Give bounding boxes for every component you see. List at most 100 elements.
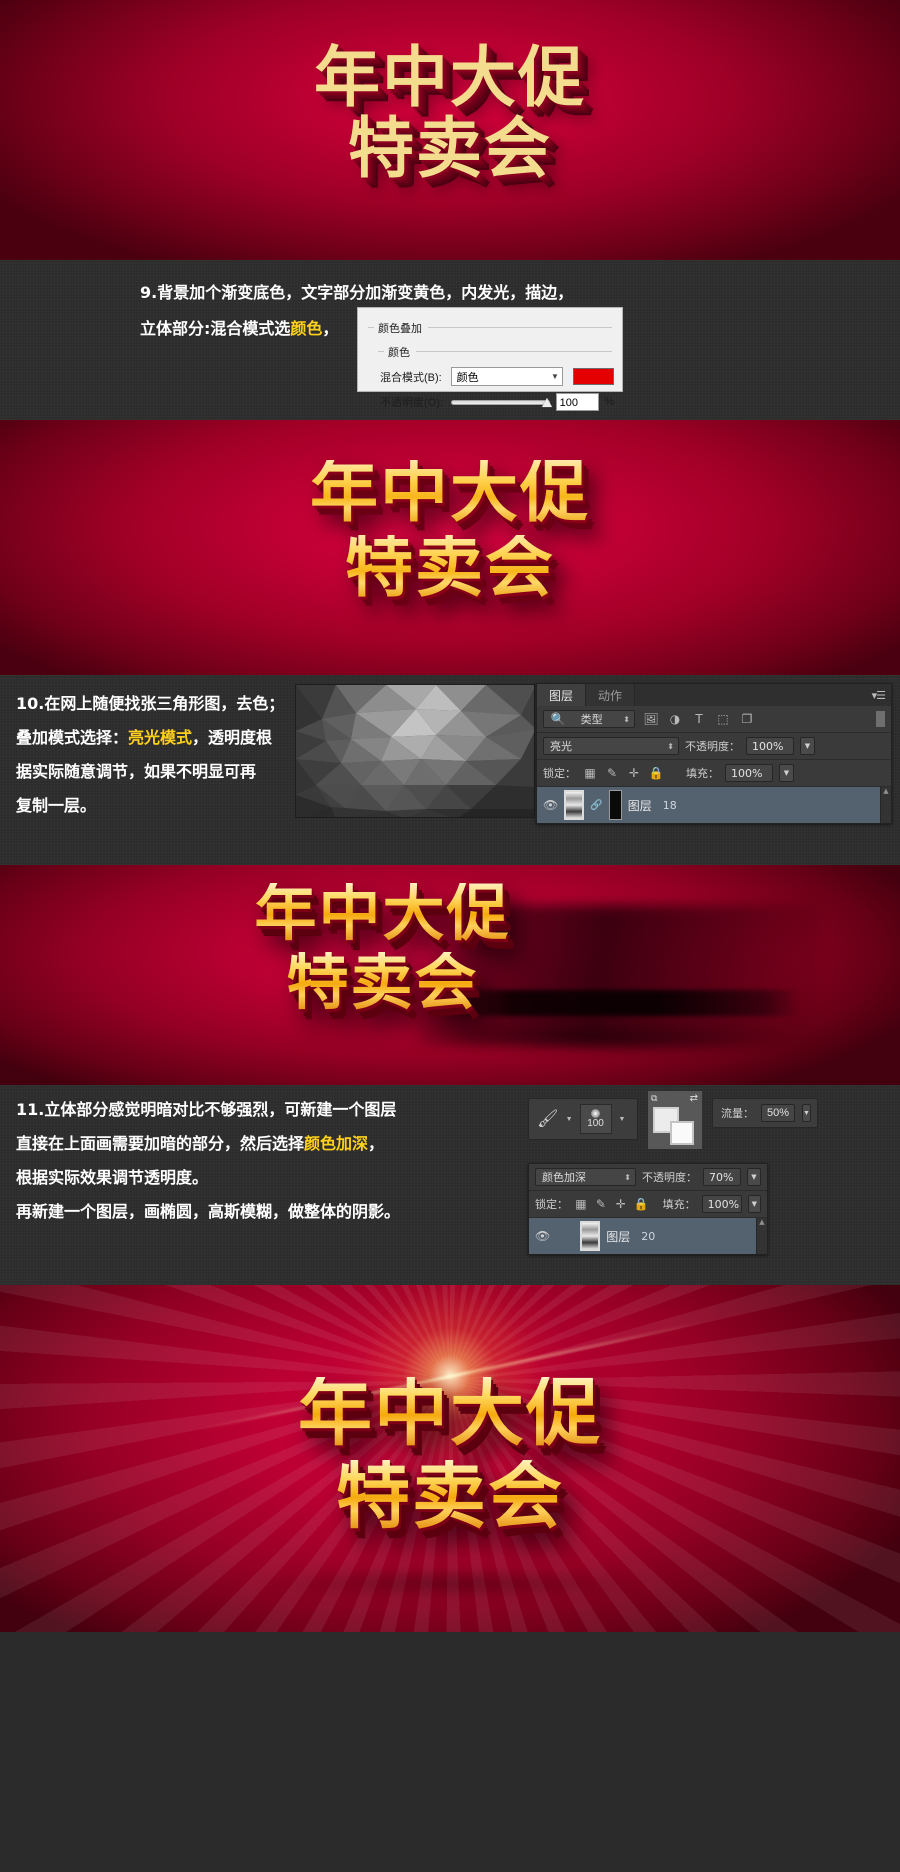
layer-number-20: 20: [641, 1229, 656, 1243]
flow-label: 流量：: [721, 1108, 754, 1120]
filter-image-icon[interactable]: 🖼: [643, 711, 659, 727]
fill-dropdown-icon-11[interactable]: ▼: [747, 1195, 761, 1213]
layers-panel-11[interactable]: 颜色加深 ⬍ 不透明度： 70% ▼ 锁定： ▦ ✎ ✛ 🔒 填充： 100% …: [528, 1163, 768, 1255]
brush-size-chevron-icon[interactable]: ▼: [619, 1116, 626, 1123]
swap-colors-icon[interactable]: ⇄: [690, 1093, 698, 1104]
filter-adjustment-icon[interactable]: ◑: [667, 711, 683, 727]
layers-panel-10[interactable]: 图层 动作 ▾☰ 🔍 类型 ⬍ 🖼 ◑ T ⬚ ❐ 亮光 ⬍ 不透明度： 100…: [536, 683, 892, 824]
filter-type-select[interactable]: 🔍 类型 ⬍: [543, 710, 635, 728]
filter-type-label: 类型: [580, 713, 603, 726]
flow-bar[interactable]: 流量： 50% ▼: [712, 1098, 818, 1128]
search-icon: 🔍: [550, 712, 566, 726]
layer-name-20: 图层: [606, 1229, 631, 1244]
step-10-highlight: 亮光模式: [128, 728, 193, 747]
lock-position-icon[interactable]: ✛: [614, 1196, 628, 1212]
step-9-band: 9.背景加个渐变底色，文字部分加渐变黄色，内发光，描边， 立体部分:混合模式选颜…: [0, 260, 900, 420]
visibility-icon[interactable]: 👁: [543, 798, 558, 812]
opacity-row: 不透明度(O): 100 %: [380, 393, 614, 411]
poster-headline-final: 年中大促 特卖会: [0, 1376, 900, 1533]
brush-options-bar[interactable]: 🖌 ▼ 100 ▼: [528, 1098, 638, 1140]
layer-blend-mode-select[interactable]: 亮光 ⬍: [543, 737, 679, 755]
layer-mask-thumbnail[interactable]: [608, 790, 622, 820]
step-11-line-4: 再新建一个图层，画椭圆，高斯模糊，做整体的阴影。: [16, 1202, 401, 1221]
headline-line-2: 特卖会: [0, 533, 900, 602]
foreground-background-colors[interactable]: ⧉ ⇄: [648, 1091, 702, 1149]
step-11-line-3: 根据实际效果调节透明度。: [16, 1168, 209, 1187]
tab-layers[interactable]: 图层: [537, 684, 587, 706]
lock-transparency-icon[interactable]: ▦: [582, 765, 598, 781]
lock-position-icon[interactable]: ✛: [626, 765, 642, 781]
lock-all-icon[interactable]: 🔒: [648, 765, 664, 781]
layer-blend-mode-select-11[interactable]: 颜色加深 ⬍: [535, 1168, 636, 1186]
lock-row-11: 锁定： ▦ ✎ ✛ 🔒 填充： 100% ▼: [529, 1191, 767, 1218]
lock-image-icon[interactable]: ✎: [604, 765, 620, 781]
lock-image-icon[interactable]: ✎: [594, 1196, 608, 1212]
step-10-line-1: 10.在网上随便找张三角形图，去色；: [16, 694, 285, 713]
blend-mode-label: 混合模式(B):: [380, 371, 442, 384]
filter-smartobject-icon[interactable]: ❐: [739, 711, 755, 727]
fill-value[interactable]: 100%: [725, 764, 773, 782]
lock-row: 锁定： ▦ ✎ ✛ 🔒 填充： 100% ▼: [537, 760, 891, 787]
fill-dropdown-icon[interactable]: ▼: [779, 764, 794, 782]
panel-tabs[interactable]: 图层 动作 ▾☰: [537, 684, 891, 706]
step-11-line-2-pre: 直接在上面画需要加暗的部分，然后选择: [16, 1134, 305, 1153]
color-subgroup: 颜色: [378, 344, 612, 360]
step-9-line-2-post: ，: [322, 319, 339, 338]
blend-mode-select[interactable]: 颜色 ▼: [450, 367, 563, 386]
visibility-icon[interactable]: 👁: [535, 1229, 550, 1243]
layer-thumbnail-20[interactable]: [580, 1221, 601, 1251]
color-overlay-dialog[interactable]: 颜色叠加 颜色 混合模式(B): 颜色 ▼ 不透明度(O): 100 %: [357, 307, 623, 411]
chevron-updown-icon: ⬍: [667, 741, 674, 751]
opacity-input[interactable]: 100: [555, 393, 600, 411]
step-9-line-2-pre: 立体部分:混合模式选: [140, 319, 291, 338]
layers-scrollbar-11[interactable]: ▲: [756, 1218, 767, 1254]
headline-line-2: 特卖会: [0, 950, 900, 1013]
final-ground-shadow: [250, 1570, 650, 1596]
opacity-value-11[interactable]: 70%: [703, 1168, 741, 1186]
layers-scrollbar[interactable]: ▲: [880, 787, 891, 823]
opacity-slider[interactable]: [451, 396, 552, 408]
headline-line-2: 特卖会: [0, 1459, 900, 1533]
layer-opacity-value[interactable]: 100%: [746, 737, 794, 755]
tab-actions[interactable]: 动作: [586, 684, 636, 706]
blend-mode-value: 颜色: [456, 371, 479, 384]
overlay-color-swatch[interactable]: [572, 368, 614, 385]
brush-icon[interactable]: 🖌: [537, 1109, 559, 1129]
low-poly-svg: [296, 685, 534, 817]
flow-value[interactable]: 50%: [761, 1104, 796, 1122]
layer-thumbnail[interactable]: [564, 790, 585, 820]
layer-list: 👁 🔗 图层 18 ▲: [537, 787, 891, 823]
step-10-line-2-pre: 叠加模式选择：: [16, 728, 129, 747]
layer-blend-mode-value: 亮光: [550, 740, 572, 753]
layer-row-18[interactable]: 👁 🔗 图层 18: [537, 787, 880, 823]
percent-label: %: [604, 396, 614, 408]
brush-size-box[interactable]: 100: [579, 1104, 612, 1134]
headline-line-1: 年中大促: [0, 882, 900, 944]
blend-mode-row: 混合模式(B): 颜色 ▼: [380, 367, 614, 386]
background-swatch[interactable]: [670, 1121, 694, 1145]
step-9-line-1: 9.背景加个渐变底色，文字部分加渐变黄色，内发光，描边，: [140, 283, 574, 302]
lock-all-icon[interactable]: 🔒: [634, 1196, 649, 1212]
opacity-dropdown-icon-11[interactable]: ▼: [746, 1168, 761, 1186]
step-10-line-3: 据实际随意调节，如果不明显可再: [16, 762, 257, 781]
chevron-updown-icon: ⬍: [623, 714, 630, 724]
brush-preset-chevron-icon[interactable]: ▼: [566, 1116, 573, 1123]
link-icon[interactable]: 🔗: [590, 800, 602, 811]
ellipse-ground-shadow: [450, 1030, 780, 1052]
default-colors-icon[interactable]: ⧉: [651, 1093, 657, 1104]
step-10-line-4: 复制一层。: [16, 796, 97, 815]
fill-value-11[interactable]: 100%: [701, 1195, 742, 1213]
flow-dropdown-icon[interactable]: ▼: [802, 1104, 811, 1122]
step-11-line-1: 11.立体部分感觉明暗对比不够强烈，可新建一个图层: [16, 1100, 397, 1119]
layer-row-20[interactable]: 👁 图层 20: [529, 1218, 756, 1254]
panel-menu-icon[interactable]: ▾☰: [872, 689, 886, 702]
filter-toggle-switch[interactable]: [876, 711, 885, 727]
opacity-dropdown-icon[interactable]: ▼: [800, 737, 815, 755]
layer-number: 18: [662, 798, 677, 812]
filter-text-icon[interactable]: T: [691, 711, 707, 727]
filter-shape-icon[interactable]: ⬚: [715, 711, 731, 727]
poster-headline-3: 年中大促 特卖会: [0, 882, 900, 1013]
lock-transparency-icon[interactable]: ▦: [574, 1196, 588, 1212]
step-9-highlight: 颜色: [290, 319, 323, 338]
blend-mode-row-11: 颜色加深 ⬍ 不透明度： 70% ▼: [529, 1164, 767, 1191]
